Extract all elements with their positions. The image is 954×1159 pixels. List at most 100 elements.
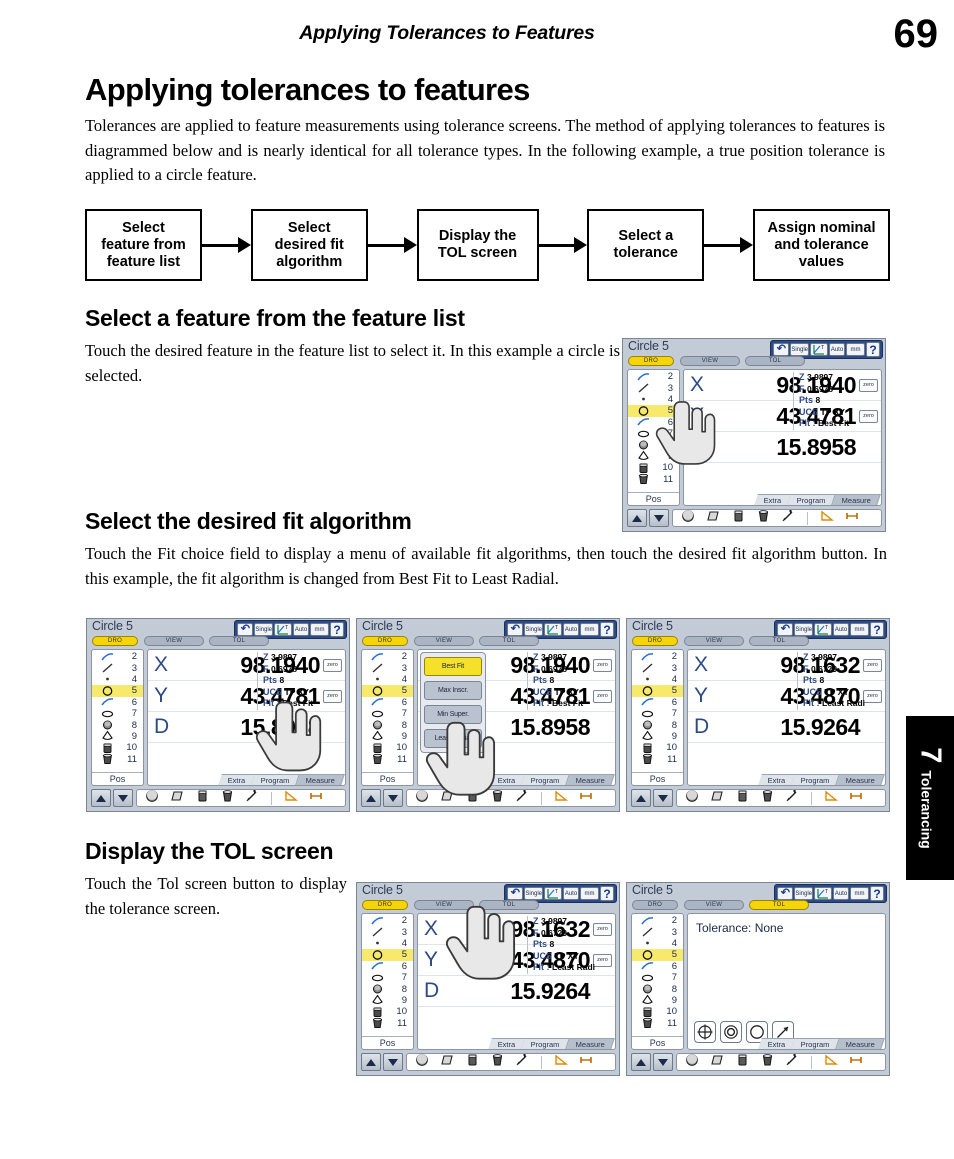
probe-tool-icon[interactable] [515,789,529,808]
probe-tool-icon[interactable] [785,1053,799,1072]
tab-dro[interactable]: DRO [362,900,408,910]
scroll-down-button[interactable] [383,1053,403,1071]
auto-button[interactable]: Auto [563,887,579,900]
feature-list-item[interactable]: 8 [92,719,143,731]
tab-tol[interactable]: TOL [749,900,809,910]
tab-tol[interactable]: TOL [749,636,809,646]
feature-list-item[interactable]: 6 [92,697,143,708]
cylinder-tool-icon[interactable] [195,789,209,808]
feature-list-item[interactable]: 7 [628,428,679,439]
feature-list-item[interactable]: 9 [632,995,683,1006]
feature-list-item[interactable]: 3 [628,382,679,394]
mode-tab[interactable]: Program [791,1038,840,1049]
tab-dro[interactable]: DRO [92,636,138,646]
plane-tool-icon[interactable] [440,789,454,808]
scroll-up-button[interactable] [631,1053,651,1071]
undo-icon[interactable]: ↶ [773,343,790,356]
undo-icon[interactable]: ↶ [507,887,524,900]
plane-tool-icon[interactable] [706,509,720,528]
sphere-tool-icon[interactable] [685,1053,699,1072]
plane-tool-icon[interactable] [710,789,724,808]
axis-t-icon[interactable]: T [814,887,832,900]
feature-list[interactable]: 2 3 4 5 6 7 8 9 10 11 Pos [631,649,684,786]
feature-list-item[interactable]: 2 [632,915,683,926]
scroll-down-button[interactable] [653,1053,673,1071]
cylinder-tool-icon[interactable] [731,509,745,528]
feature-list[interactable]: 2 3 4 5 6 7 8 9 10 11 Pos [91,649,144,786]
tab-view[interactable]: VIEW [680,356,740,366]
feature-list-item[interactable]: 6 [362,697,413,708]
feature-list-item[interactable]: 4 [632,674,683,685]
feature-list-item[interactable]: 8 [632,983,683,995]
info-row[interactable]: Fit : Least Radi [533,962,613,974]
cone-tool-icon[interactable] [490,789,504,808]
axis-t-icon[interactable]: T [544,887,562,900]
undo-icon[interactable]: ↶ [237,623,254,636]
info-row[interactable]: Fit : Best Fit [799,418,879,430]
feature-list[interactable]: 2 3 4 5 6 7 8 9 10 11 Pos [361,649,414,786]
mode-tab[interactable]: Extra [753,494,791,505]
fit-algorithm-option[interactable]: Best Fit [424,657,482,676]
probe-tool-icon[interactable] [515,1053,529,1072]
feature-list-item[interactable]: 4 [362,674,413,685]
feature-list-item[interactable]: 3 [632,926,683,938]
pos-label[interactable]: Pos [362,772,413,785]
distance-tool-icon[interactable] [845,509,859,528]
dro-screen-select-feature[interactable]: Circle 5 ↶ Single T Auto mm? DRO VIEW TOL 2 3 4 5 6 7 8… [622,338,886,532]
feature-list-item[interactable]: 6 [362,961,413,972]
dro-screen-fit-menu[interactable]: Circle 5 ↶ Single T Auto mm? DRO VIEW TOL 2 3 4 5 6 7 8… [356,618,620,812]
axis-t-icon[interactable]: T [274,623,292,636]
units-button[interactable]: mm [310,623,329,636]
feature-list-item[interactable]: 6 [632,961,683,972]
mode-tab[interactable]: Extra [757,1038,795,1049]
feature-list-item[interactable]: 4 [92,674,143,685]
feature-list-item[interactable]: 9 [628,451,679,462]
sphere-tool-icon[interactable] [145,789,159,808]
undo-icon[interactable]: ↶ [507,623,524,636]
cone-tool-icon[interactable] [490,1053,504,1072]
pos-label[interactable]: Pos [632,1036,683,1049]
scroll-down-button[interactable] [383,789,403,807]
tab-tol[interactable]: TOL [479,900,539,910]
help-button[interactable]: ? [866,342,880,357]
feature-list-item[interactable]: 11 [632,754,683,765]
pos-label[interactable]: Pos [628,492,679,505]
cylinder-tool-icon[interactable] [735,789,749,808]
scroll-up-button[interactable] [627,509,647,527]
cone-tool-icon[interactable] [220,789,234,808]
feature-list-item[interactable]: 3 [632,662,683,674]
feature-list-item[interactable]: 6 [628,417,679,428]
mode-tab[interactable]: Measure [566,774,615,785]
single-button[interactable]: Single [254,623,273,636]
tab-view[interactable]: VIEW [414,636,474,646]
distance-tool-icon[interactable] [309,789,323,808]
axis-t-icon[interactable]: T [544,623,562,636]
dro-screen-least-radial[interactable]: Circle 5 ↶ Single T Auto mm? DRO VIEW TOL 2 3 4 5 6 7 8… [626,618,890,812]
dro-screen-touch-tol[interactable]: Circle 5 ↶ Single T Auto mm? DRO VIEW TOL 2 3 4 5 6 7 8… [356,882,620,1076]
fit-algorithm-option[interactable]: Min Super. [424,705,482,724]
mode-tab[interactable]: Program [521,774,570,785]
tab-dro[interactable]: DRO [628,356,674,366]
auto-button[interactable]: Auto [829,343,845,356]
plane-tool-icon[interactable] [710,1053,724,1072]
info-row[interactable]: Fit : Best Fit [263,698,343,710]
mode-tab[interactable]: Program [787,494,836,505]
tab-view[interactable]: VIEW [684,900,744,910]
tab-tol[interactable]: TOL [479,636,539,646]
feature-list-item[interactable]: 8 [362,983,413,995]
info-row[interactable]: Fit : Best Fit [533,698,613,710]
auto-button[interactable]: Auto [563,623,579,636]
cylinder-tool-icon[interactable] [735,1053,749,1072]
sphere-tool-icon[interactable] [415,789,429,808]
feature-list-item[interactable]: 2 [92,651,143,662]
scroll-down-button[interactable] [113,789,133,807]
probe-tool-icon[interactable] [781,509,795,528]
feature-list-item[interactable]: 2 [632,651,683,662]
distance-tool-icon[interactable] [579,1053,593,1072]
sphere-tool-icon[interactable] [415,1053,429,1072]
feature-list-item[interactable]: 10 [632,1006,683,1017]
plane-tool-icon[interactable] [440,1053,454,1072]
dro-screen-best-fit[interactable]: Circle 5 ↶ Single T Auto mm? DRO VIEW TOL 2 3 4 5 6 7 8… [86,618,350,812]
mode-tab[interactable]: Measure [566,1038,615,1049]
angle-tool-icon[interactable] [554,1053,568,1072]
